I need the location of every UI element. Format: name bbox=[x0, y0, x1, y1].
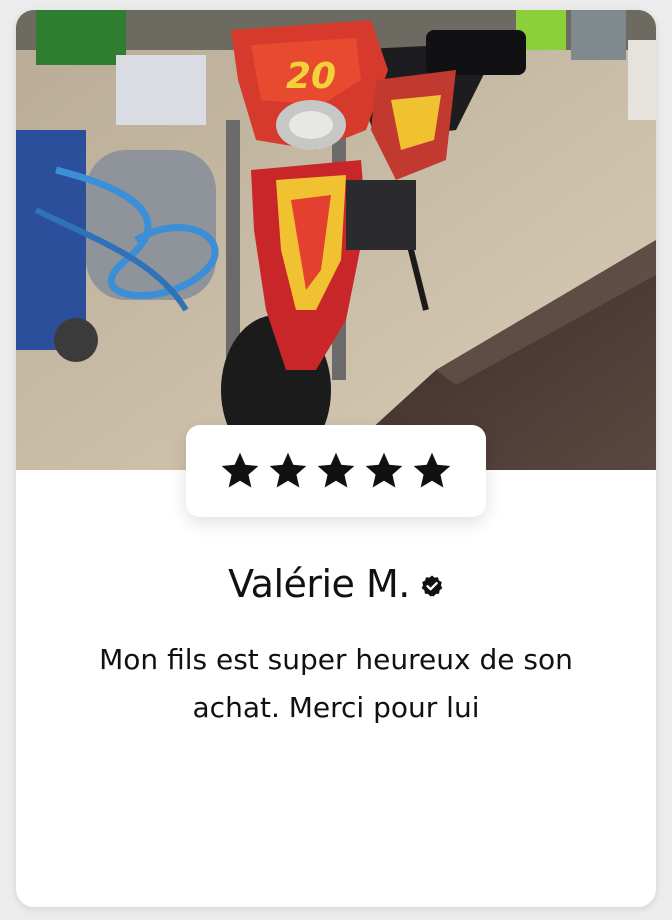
star-icon bbox=[269, 452, 307, 488]
verified-badge-icon bbox=[421, 575, 443, 597]
bike-number: 20 bbox=[286, 56, 336, 97]
review-text: Mon fils est super heureux de son achat.… bbox=[99, 643, 573, 724]
star-icon bbox=[365, 452, 403, 488]
review-card: 20 Valérie M. Mon fils est super heureux… bbox=[16, 10, 656, 907]
reviewer-name: Valérie M. bbox=[228, 562, 410, 606]
star-rating bbox=[186, 425, 486, 517]
review-photo[interactable]: 20 bbox=[16, 10, 656, 470]
reviewer-row: Valérie M. bbox=[16, 562, 656, 606]
star-icon bbox=[221, 452, 259, 488]
star-icon bbox=[317, 452, 355, 488]
star-icon bbox=[413, 452, 451, 488]
